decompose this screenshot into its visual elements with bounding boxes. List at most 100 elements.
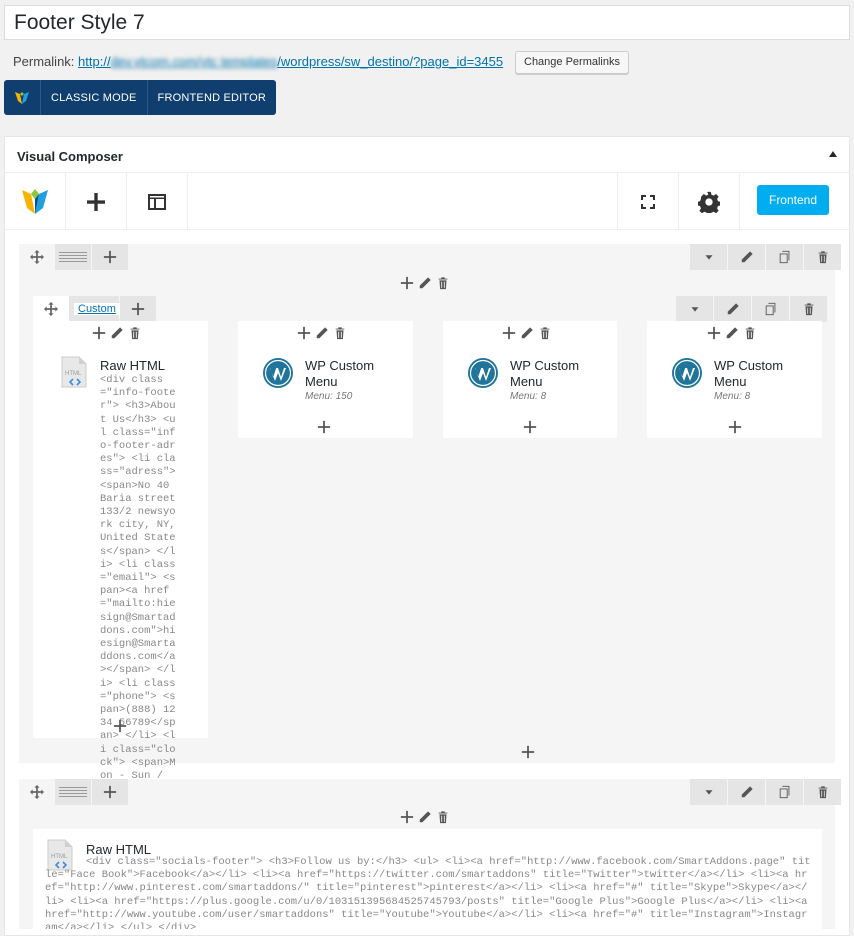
pencil-icon[interactable]: [418, 276, 432, 290]
pencil-icon[interactable]: [315, 326, 329, 340]
row-toggle-button[interactable]: [690, 779, 727, 805]
column-mini-controls: [707, 326, 757, 340]
column-4: WP Custom Menu Menu: 8: [647, 321, 822, 438]
column-mini-controls: [297, 326, 347, 340]
element-title: Raw HTML: [100, 358, 166, 373]
fullscreen-icon: [641, 194, 655, 209]
row-add-column-button[interactable]: [92, 779, 128, 805]
row-add-column-button[interactable]: [92, 244, 128, 270]
inner-delete-button[interactable]: [790, 296, 827, 322]
row-2-mini-controls: [400, 810, 450, 824]
pencil-icon[interactable]: [725, 326, 739, 340]
inner-add-button[interactable]: [120, 296, 156, 322]
permalink-label: Permalink:: [13, 54, 75, 69]
vc-logo-button[interactable]: [5, 173, 66, 230]
row-2-column: Raw HTML <div class="socials-footer"> <h…: [33, 829, 822, 929]
row-2-controls: [689, 779, 841, 805]
copy-icon: [764, 302, 778, 316]
frontend-editor-button[interactable]: FRONTEND EDITOR: [146, 80, 277, 115]
vc-logo-icon: [4, 80, 40, 115]
layout-lines-icon: [59, 252, 87, 262]
pencil-icon: [740, 250, 754, 264]
tab-custom-label[interactable]: Custom: [74, 303, 120, 315]
plus-icon[interactable]: [400, 810, 414, 824]
element-subtitle: Menu: 150: [305, 391, 353, 402]
inner-clone-button[interactable]: [752, 296, 789, 322]
pencil-icon[interactable]: [520, 326, 534, 340]
column-mini-controls: [92, 326, 142, 340]
add-element-plus-icon[interactable]: [113, 719, 127, 733]
add-element-plus-icon[interactable]: [523, 420, 537, 434]
element-title: WP Custom Menu: [305, 358, 375, 389]
vc-toolbar: Frontend: [5, 173, 849, 230]
inner-edit-button[interactable]: [714, 296, 751, 322]
permalink-suffix: /wordpress/sw_destino/?page_id=3455: [277, 54, 504, 69]
trash-icon[interactable]: [743, 326, 757, 340]
wordpress-icon: [262, 357, 294, 389]
plus-icon: [87, 192, 105, 211]
plus-icon[interactable]: [92, 326, 106, 340]
trash-icon[interactable]: [538, 326, 552, 340]
caret-down-icon: [688, 302, 702, 316]
column-2: WP Custom Menu Menu: 150: [238, 321, 413, 438]
plus-icon[interactable]: [400, 276, 414, 290]
inner-row-controls: [675, 296, 827, 322]
plus-icon[interactable]: [707, 326, 721, 340]
panel-title: Visual Composer: [17, 149, 123, 164]
element-title: WP Custom Menu: [510, 358, 580, 389]
trash-icon: [816, 250, 830, 264]
templates-button[interactable]: [127, 173, 188, 230]
panel-header[interactable]: Visual Composer: [5, 137, 849, 173]
add-element-plus-icon[interactable]: [317, 420, 331, 434]
row-delete-button[interactable]: [804, 779, 841, 805]
classic-mode-button[interactable]: CLASSIC MODE: [40, 80, 147, 115]
row-layout-button[interactable]: [55, 244, 91, 270]
add-element-button[interactable]: [66, 173, 127, 230]
element-subtitle: Menu: 8: [714, 391, 751, 402]
raw-html-code: <div class="info-footer"> <h3>About Us</…: [100, 374, 176, 822]
row-layout-button[interactable]: [55, 779, 91, 805]
row-delete-button[interactable]: [804, 244, 841, 270]
plus-icon[interactable]: [297, 326, 311, 340]
layout-lines-icon: [59, 787, 87, 797]
pencil-icon[interactable]: [418, 810, 432, 824]
row-toggle-button[interactable]: [690, 244, 727, 270]
pencil-icon: [740, 785, 754, 799]
row-move-handle[interactable]: [19, 779, 55, 805]
row-clone-button[interactable]: [766, 779, 803, 805]
wordpress-icon: [671, 357, 703, 389]
change-permalinks-button[interactable]: Change Permalinks: [515, 51, 629, 74]
layout-icon: [148, 193, 166, 210]
fullscreen-button[interactable]: [617, 173, 678, 230]
settings-button[interactable]: [678, 173, 739, 230]
trash-icon[interactable]: [333, 326, 347, 340]
plus-icon[interactable]: [502, 326, 516, 340]
wordpress-icon: [467, 357, 499, 389]
row-move-handle[interactable]: [19, 244, 55, 270]
permalink-prefix: http://: [78, 54, 111, 69]
row-clone-button[interactable]: [766, 244, 803, 270]
caret-down-icon: [702, 785, 716, 799]
column-mini-controls: [502, 326, 552, 340]
vc-logo-icon: [22, 188, 48, 214]
trash-icon[interactable]: [436, 276, 450, 290]
inner-toggle-button[interactable]: [676, 296, 713, 322]
caret-down-icon: [702, 250, 716, 264]
trash-icon: [816, 785, 830, 799]
frontend-button[interactable]: Frontend: [757, 185, 829, 215]
inner-move-handle[interactable]: [33, 296, 69, 322]
raw-html-code: <div class="socials-footer"> <h3>Follow …: [45, 856, 811, 929]
row-edit-button[interactable]: [728, 244, 765, 270]
row-1-controls: [689, 244, 841, 270]
trash-icon[interactable]: [128, 326, 142, 340]
collapse-arrow-icon[interactable]: [829, 151, 837, 157]
gear-icon: [698, 191, 720, 213]
post-title-input[interactable]: Footer Style 7: [4, 5, 850, 40]
trash-icon[interactable]: [436, 810, 450, 824]
row-edit-button[interactable]: [728, 779, 765, 805]
row-add-element-plus-icon[interactable]: [521, 745, 535, 759]
permalink-link[interactable]: http://dev.ytcom.com/ytc templates/wordp…: [78, 54, 503, 69]
editor-mode-toggle: CLASSIC MODE FRONTEND EDITOR: [4, 80, 277, 115]
pencil-icon[interactable]: [110, 326, 124, 340]
add-element-plus-icon[interactable]: [728, 420, 742, 434]
